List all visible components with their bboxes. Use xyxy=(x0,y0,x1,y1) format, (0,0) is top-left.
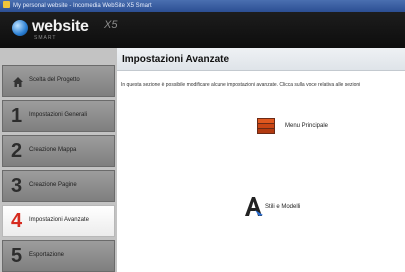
sidebar-item-creazione-pagine[interactable]: 3 Creazione Pagine xyxy=(2,170,115,202)
sidebar-item-impostazioni-avanzate[interactable]: 4 Impostazioni Avanzate xyxy=(2,205,115,237)
logo-version: X5 xyxy=(104,19,118,31)
window-titlebar: My personal website - Incomedia WebSite … xyxy=(0,0,405,12)
option-stili-modelli[interactable]: Stili e Modelli xyxy=(243,196,333,218)
window-title: My personal website - Incomedia WebSite … xyxy=(13,3,152,9)
option-label: Menu Principale xyxy=(285,123,329,129)
globe-icon xyxy=(12,20,28,36)
sidebar-item-impostazioni-generali[interactable]: 1 Impostazioni Generali xyxy=(2,100,115,132)
menu-icon xyxy=(257,118,275,134)
sidebar-item-label: Impostazioni Avanzate xyxy=(29,217,89,223)
website-x5-logo: website X5 SMART xyxy=(12,18,132,44)
app-icon xyxy=(3,1,10,8)
sidebar-item-label: Creazione Pagine xyxy=(29,182,77,188)
step-number: 1 xyxy=(11,105,23,127)
page-description: In questa sezione è possibile modificare… xyxy=(121,82,361,88)
option-menu-principale[interactable]: Menu Principale xyxy=(257,118,347,138)
option-label: Stili e Modelli xyxy=(265,204,301,210)
app-header: website X5 SMART xyxy=(0,12,405,48)
step-number: 4 xyxy=(11,210,23,232)
sidebar-item-label: Impostazioni Generali xyxy=(29,112,88,118)
styles-icon xyxy=(245,197,263,216)
main-panel: Impostazioni Avanzate In questa sezione … xyxy=(117,48,405,272)
panel-header: Impostazioni Avanzate xyxy=(117,48,405,71)
sidebar: Scelta del Progetto 1 Impostazioni Gener… xyxy=(0,48,117,272)
sidebar-item-label: Scelta del Progetto xyxy=(29,77,80,83)
sidebar-item-label: Esportazione xyxy=(29,252,65,258)
logo-brand: website xyxy=(32,18,89,35)
page-title: Impostazioni Avanzate xyxy=(122,54,230,65)
step-number: 5 xyxy=(11,245,23,267)
step-number: 3 xyxy=(11,175,23,197)
home-icon xyxy=(13,77,23,87)
step-number: 2 xyxy=(11,140,23,162)
sidebar-item-esportazione[interactable]: 5 Esportazione xyxy=(2,240,115,272)
sidebar-item-label: Creazione Mappa xyxy=(29,147,77,153)
sidebar-item-scelta-progetto[interactable]: Scelta del Progetto xyxy=(2,65,115,97)
sidebar-item-creazione-mappa[interactable]: 2 Creazione Mappa xyxy=(2,135,115,167)
logo-edition: SMART xyxy=(34,35,57,41)
